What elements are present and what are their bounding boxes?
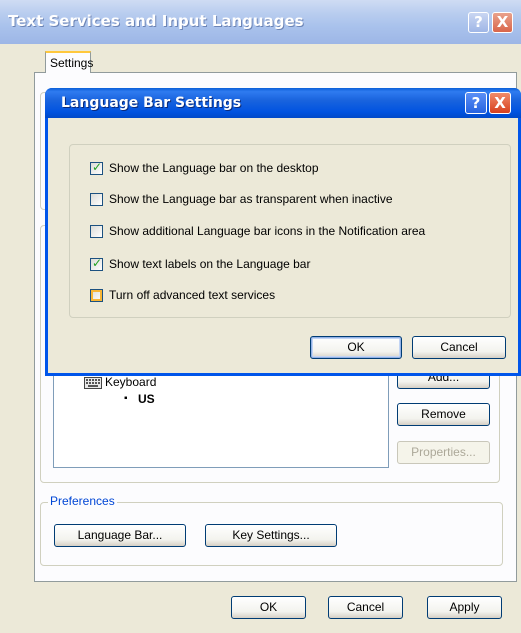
dialog-cancel-button[interactable]: Cancel (412, 336, 506, 359)
layout-bullet: ▪ (124, 393, 128, 404)
checkbox[interactable]: ✓ (90, 256, 103, 271)
preferences-label: Preferences (48, 494, 117, 508)
help-icon[interactable]: ? (468, 12, 489, 33)
dialog-title: Language Bar Settings (61, 95, 242, 111)
keyboard-icon (84, 377, 102, 389)
check-icon: ✓ (92, 160, 103, 174)
key-settings-button[interactable]: Key Settings... (205, 524, 337, 547)
layout-us[interactable]: US (138, 392, 155, 406)
dialog-ok-button[interactable]: OK (310, 336, 402, 359)
properties-button[interactable]: Properties... (397, 441, 490, 464)
keyboard-label[interactable]: Keyboard (105, 375, 156, 389)
ok-button[interactable]: OK (231, 596, 306, 619)
dialog-title-bar[interactable]: Language Bar Settings ? X (45, 88, 521, 118)
dialog-help-icon[interactable]: ? (465, 92, 487, 114)
checkbox[interactable] (90, 289, 103, 302)
checkbox[interactable] (90, 225, 103, 238)
checkbox[interactable] (90, 193, 103, 206)
close-icon[interactable]: X (492, 12, 513, 33)
check-icon: ✓ (92, 256, 103, 270)
dialog-close-icon[interactable]: X (489, 92, 511, 114)
checkbox[interactable]: ✓ (90, 160, 103, 175)
remove-button[interactable]: Remove (397, 403, 490, 426)
window-title: Text Services and Input Languages (8, 12, 304, 30)
apply-button[interactable]: Apply (427, 596, 502, 619)
language-bar-button[interactable]: Language Bar... (54, 524, 186, 547)
window-title-bar[interactable]: Text Services and Input Languages ? X (0, 0, 521, 44)
cancel-button[interactable]: Cancel (328, 596, 403, 619)
tab-settings[interactable]: Settings (45, 51, 93, 73)
